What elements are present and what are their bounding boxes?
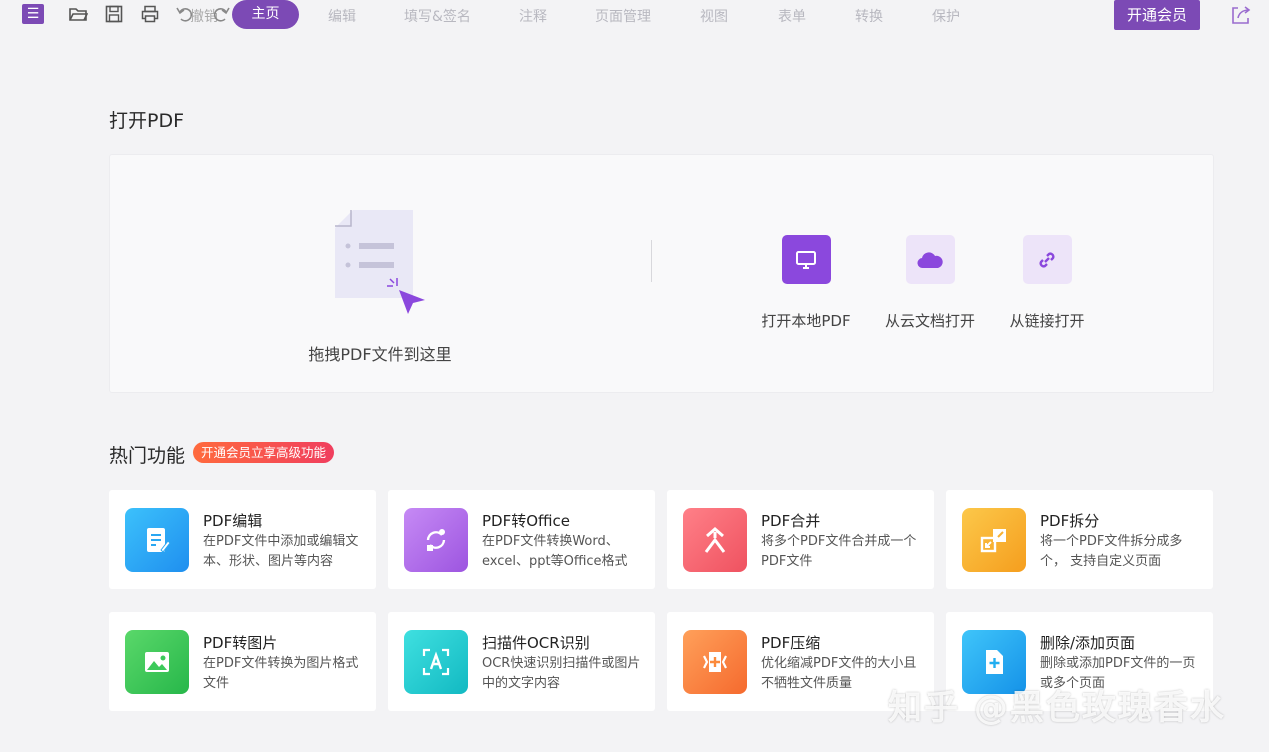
split-icon xyxy=(962,508,1026,572)
feature-desc: 将一个PDF文件拆分成多个， 支持自定义页面 xyxy=(1040,534,1183,569)
ocr-icon xyxy=(404,630,468,694)
hamburger-icon[interactable]: ☰ xyxy=(22,4,44,24)
tab-protect[interactable]: 保护 xyxy=(932,6,960,26)
features-title: 热门功能 xyxy=(109,445,186,467)
feature-desc: OCR快速识别扫描件或图片中的文字内容 xyxy=(482,656,641,691)
vip-button[interactable]: 开通会员 xyxy=(1114,0,1200,30)
edit-doc-icon xyxy=(125,508,189,572)
top-toolbar: ☰ 撤销 主页 编辑 填写&签名 注释 页面管理 视图 表单 转换 保护 开通会… xyxy=(0,0,1269,30)
open-cloud-button[interactable]: 从云文档打开 xyxy=(870,235,990,331)
tab-form[interactable]: 表单 xyxy=(778,6,806,26)
drop-zone-text: 拖拽PDF文件到这里 xyxy=(308,345,452,364)
divider xyxy=(651,240,652,282)
drop-zone-icon[interactable] xyxy=(335,210,430,322)
feature-card-pdf-to-image[interactable]: PDF转图片 在PDF文件转换为图片格式文件 xyxy=(109,612,376,711)
feature-title: PDF拆分 xyxy=(1040,512,1100,530)
monitor-icon xyxy=(781,235,831,284)
open-pdf-card: 拖拽PDF文件到这里 打开本地PDF 从云文档打开 从链接打开 xyxy=(109,154,1214,393)
open-cloud-label: 从云文档打开 xyxy=(884,312,975,330)
feature-desc: 在PDF文件中添加或编辑文本、形状、图片等内容 xyxy=(203,534,359,569)
tab-fill-sign[interactable]: 填写&签名 xyxy=(404,6,471,26)
redo-icon[interactable] xyxy=(211,4,233,24)
cloud-icon xyxy=(905,235,955,284)
feature-title: PDF编辑 xyxy=(203,512,263,530)
feature-title: PDF压缩 xyxy=(761,634,821,652)
tab-annotate[interactable]: 注释 xyxy=(519,6,547,26)
feature-card-pdf-merge[interactable]: PDF合并 将多个PDF文件合并成一个PDF文件 xyxy=(667,490,934,589)
vip-promo-badge[interactable]: 开通会员立享高级功能 xyxy=(193,442,335,463)
tab-edit[interactable]: 编辑 xyxy=(328,6,356,26)
compress-icon xyxy=(683,630,747,694)
feature-card-pdf-split[interactable]: PDF拆分 将一个PDF文件拆分成多个， 支持自定义页面 xyxy=(946,490,1213,589)
feature-title: 扫描件OCR识别 xyxy=(482,634,590,652)
share-icon[interactable] xyxy=(1230,4,1252,26)
save-icon[interactable] xyxy=(104,4,126,24)
open-folder-icon[interactable] xyxy=(68,4,90,24)
feature-desc: 在PDF文件转换为图片格式文件 xyxy=(203,656,359,691)
image-icon xyxy=(125,630,189,694)
feature-title: 删除/添加页面 xyxy=(1040,634,1136,652)
feature-title: PDF合并 xyxy=(761,512,821,530)
feature-card-pdf-edit[interactable]: PDF编辑 在PDF文件中添加或编辑文本、形状、图片等内容 xyxy=(109,490,376,589)
convert-icon xyxy=(404,508,468,572)
open-local-label: 打开本地PDF xyxy=(761,312,851,330)
merge-icon xyxy=(683,508,747,572)
open-pdf-title: 打开PDF xyxy=(109,110,185,132)
open-local-button[interactable]: 打开本地PDF xyxy=(746,235,866,331)
feature-desc: 在PDF文件转换Word、excel、ppt等Office格式 xyxy=(482,534,628,569)
open-link-label: 从链接打开 xyxy=(1009,312,1085,330)
link-icon xyxy=(1022,235,1072,284)
open-link-button[interactable]: 从链接打开 xyxy=(987,235,1107,331)
feature-title: PDF转图片 xyxy=(203,634,278,652)
tab-convert[interactable]: 转换 xyxy=(855,6,883,26)
feature-desc: 将多个PDF文件合并成一个PDF文件 xyxy=(761,534,917,569)
tab-page-manage[interactable]: 页面管理 xyxy=(595,6,651,26)
watermark-text: 知乎 @黑色玫瑰香水 xyxy=(888,688,1226,728)
feature-title: PDF转Office xyxy=(482,512,571,530)
feature-card-ocr[interactable]: 扫描件OCR识别 OCR快速识别扫描件或图片中的文字内容 xyxy=(388,612,655,711)
tab-home[interactable]: 主页 xyxy=(232,0,299,29)
feature-card-pdf-to-office[interactable]: PDF转Office 在PDF文件转换Word、excel、ppt等Office… xyxy=(388,490,655,589)
tab-view[interactable]: 视图 xyxy=(700,6,728,26)
print-icon[interactable] xyxy=(140,4,162,24)
